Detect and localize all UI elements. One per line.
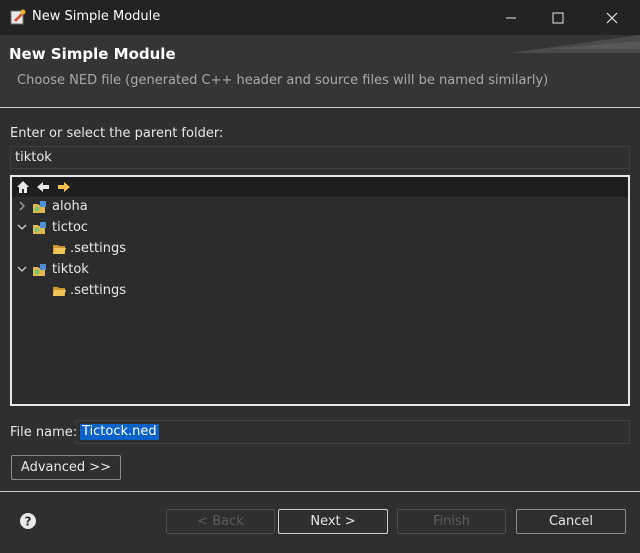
minimize-icon (506, 17, 516, 18)
parent-folder-label: Enter or select the parent folder: (10, 126, 224, 141)
cancel-button[interactable]: Cancel (516, 509, 626, 534)
project-icon (33, 222, 46, 234)
title-bar: New Simple Module (0, 0, 640, 35)
tree-item-tiktok[interactable]: tiktok (12, 260, 628, 281)
project-icon (33, 264, 46, 276)
tree-item-tictoc[interactable]: tictoc (12, 218, 628, 239)
chevron-down-icon[interactable] (16, 263, 28, 275)
file-name-value: Tictock.ned (80, 424, 159, 440)
close-icon (606, 12, 618, 23)
maximize-button[interactable] (535, 0, 581, 35)
chevron-down-icon[interactable] (16, 221, 28, 233)
banner-title: New Simple Module (9, 45, 176, 63)
folder-tree[interactable]: aloha tictoc .settings tiktok .settings (10, 175, 630, 406)
tree-item-label: .settings (70, 241, 126, 256)
maximize-icon (552, 12, 564, 23)
chevron-right-icon[interactable] (16, 200, 28, 212)
parent-folder-input[interactable]: tiktok (10, 146, 630, 169)
minimize-button[interactable] (488, 0, 534, 35)
advanced-button[interactable]: Advanced >> (11, 455, 121, 480)
forward-arrow-icon[interactable] (57, 180, 71, 194)
tree-toolbar (12, 177, 628, 197)
banner-decoration (510, 35, 640, 53)
wizard-banner: New Simple Module Choose NED file (gener… (0, 35, 640, 107)
help-icon[interactable]: ? (19, 512, 37, 530)
tree-item-label: aloha (52, 199, 88, 214)
banner-divider (0, 107, 640, 108)
file-name-label: File name: (10, 425, 78, 440)
banner-description: Choose NED file (generated C++ header an… (17, 73, 549, 88)
file-name-input[interactable]: Tictock.ned (76, 420, 630, 444)
folder-icon (53, 287, 66, 296)
project-icon (33, 201, 46, 213)
finish-button[interactable]: Finish (397, 509, 506, 534)
footer-divider (0, 491, 640, 492)
tree-item-aloha[interactable]: aloha (12, 197, 628, 218)
tree-item-tictoc-settings[interactable]: .settings (12, 239, 628, 260)
svg-text:?: ? (25, 515, 32, 529)
home-icon[interactable] (16, 180, 30, 194)
back-arrow-icon[interactable] (36, 180, 50, 194)
tree-item-label: tictoc (52, 220, 89, 235)
close-button[interactable] (589, 0, 635, 35)
tree-item-label: .settings (70, 283, 126, 298)
tree-item-label: tiktok (52, 262, 89, 277)
tree-item-tiktok-settings[interactable]: .settings (12, 281, 628, 302)
app-icon (10, 9, 26, 25)
window-title: New Simple Module (32, 9, 161, 24)
folder-icon (53, 245, 66, 254)
next-button[interactable]: Next > (278, 509, 388, 534)
back-button[interactable]: < Back (166, 509, 275, 534)
